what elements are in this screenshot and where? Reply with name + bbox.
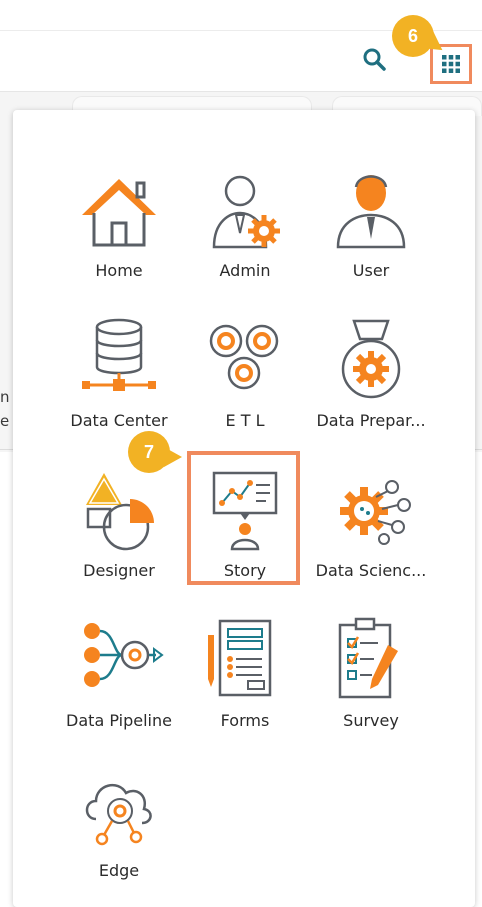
- app-tile-home[interactable]: Home: [56, 165, 182, 285]
- app-tile-edge[interactable]: Edge: [56, 765, 182, 885]
- app-label: Data Center: [70, 411, 168, 430]
- admin-icon: [212, 175, 280, 249]
- app-tile-data-preparation[interactable]: Data Prepar...: [308, 315, 434, 435]
- background-text: e: [0, 412, 10, 430]
- app-tile-etl[interactable]: E T L: [182, 315, 308, 435]
- designer-icon: [86, 473, 154, 551]
- search-button[interactable]: [362, 47, 388, 73]
- app-tile-admin[interactable]: Admin: [182, 165, 308, 285]
- app-label: User: [352, 261, 390, 280]
- app-tile-designer[interactable]: Designer: [56, 465, 182, 585]
- data-preparation-icon: [341, 319, 401, 399]
- data-center-icon: [82, 318, 156, 391]
- app-tile-data-pipeline[interactable]: Data Pipeline: [56, 615, 182, 735]
- app-label: Home: [95, 261, 143, 280]
- user-icon: [336, 175, 406, 249]
- step-badge-number: 7: [143, 441, 154, 462]
- step-badge-number: 6: [407, 25, 418, 46]
- app-label: Admin: [219, 261, 271, 280]
- app-label: Forms: [220, 711, 270, 730]
- data-science-icon: [340, 480, 411, 545]
- background-text: n: [0, 388, 10, 406]
- app-label: Designer: [83, 561, 155, 580]
- app-label: E T L: [225, 411, 265, 430]
- app-label: Data Scienc...: [315, 561, 427, 580]
- app-tile-data-center[interactable]: Data Center: [56, 315, 182, 435]
- app-label: Survey: [343, 711, 399, 730]
- edge-icon: [85, 783, 152, 846]
- step-badge-7: 7: [128, 431, 182, 473]
- story-highlight-box: [187, 451, 300, 585]
- search-icon: [363, 48, 386, 71]
- app-tile-survey[interactable]: Survey: [308, 615, 434, 735]
- app-label: Data Prepar...: [316, 411, 426, 430]
- home-icon: [82, 179, 156, 247]
- data-pipeline-icon: [84, 623, 164, 687]
- app-tile-forms[interactable]: Forms: [182, 615, 308, 735]
- app-label: Edge: [98, 861, 140, 880]
- badge-pointer: [164, 447, 182, 467]
- survey-icon: [338, 617, 398, 699]
- etl-icon: [209, 324, 279, 390]
- app-tile-user[interactable]: User: [308, 165, 434, 285]
- app-tile-data-science[interactable]: Data Scienc...: [308, 465, 434, 585]
- forms-icon: [208, 619, 272, 697]
- grid-apps-icon: [442, 55, 460, 73]
- step-badge-6: 6: [392, 15, 449, 59]
- app-label: Data Pipeline: [66, 711, 172, 730]
